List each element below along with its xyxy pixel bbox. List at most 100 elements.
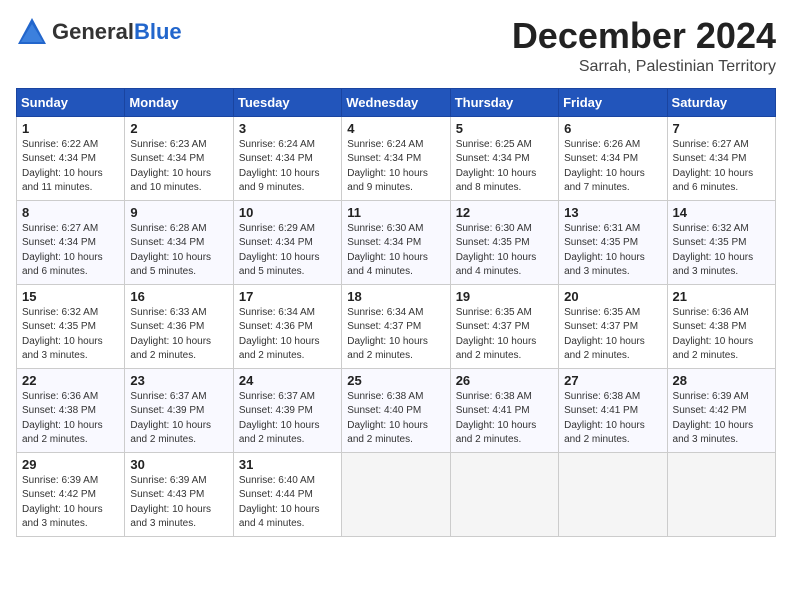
- day-info: Sunrise: 6:24 AM Sunset: 4:34 PM Dayligh…: [239, 138, 336, 196]
- calendar-day-cell: 20 Sunrise: 6:35 AM Sunset: 4:37 PM Dayl…: [559, 284, 667, 368]
- day-number: 15: [22, 289, 119, 304]
- calendar-day-cell: 7 Sunrise: 6:27 AM Sunset: 4:34 PM Dayli…: [667, 116, 775, 200]
- calendar-day-cell: 15 Sunrise: 6:32 AM Sunset: 4:35 PM Dayl…: [17, 284, 125, 368]
- day-info: Sunrise: 6:27 AM Sunset: 4:34 PM Dayligh…: [22, 222, 119, 280]
- calendar-header-row: SundayMondayTuesdayWednesdayThursdayFrid…: [17, 88, 776, 116]
- day-number: 13: [564, 205, 661, 220]
- day-info: Sunrise: 6:39 AM Sunset: 4:43 PM Dayligh…: [130, 474, 227, 532]
- day-info: Sunrise: 6:22 AM Sunset: 4:34 PM Dayligh…: [22, 138, 119, 196]
- calendar-day-cell: 3 Sunrise: 6:24 AM Sunset: 4:34 PM Dayli…: [233, 116, 341, 200]
- day-number: 8: [22, 205, 119, 220]
- calendar-day-cell: 26 Sunrise: 6:38 AM Sunset: 4:41 PM Dayl…: [450, 368, 558, 452]
- day-number: 16: [130, 289, 227, 304]
- calendar-header-cell: Tuesday: [233, 88, 341, 116]
- calendar-day-cell: 21 Sunrise: 6:36 AM Sunset: 4:38 PM Dayl…: [667, 284, 775, 368]
- calendar-day-cell: 24 Sunrise: 6:37 AM Sunset: 4:39 PM Dayl…: [233, 368, 341, 452]
- calendar-header-cell: Wednesday: [342, 88, 450, 116]
- day-number: 2: [130, 121, 227, 136]
- day-number: 26: [456, 373, 553, 388]
- day-number: 27: [564, 373, 661, 388]
- calendar-header-cell: Sunday: [17, 88, 125, 116]
- calendar-body: 1 Sunrise: 6:22 AM Sunset: 4:34 PM Dayli…: [17, 116, 776, 536]
- calendar-day-cell: 31 Sunrise: 6:40 AM Sunset: 4:44 PM Dayl…: [233, 452, 341, 536]
- day-info: Sunrise: 6:39 AM Sunset: 4:42 PM Dayligh…: [22, 474, 119, 532]
- logo-general: General: [52, 19, 134, 44]
- calendar-day-cell: 16 Sunrise: 6:33 AM Sunset: 4:36 PM Dayl…: [125, 284, 233, 368]
- calendar-day-cell: 19 Sunrise: 6:35 AM Sunset: 4:37 PM Dayl…: [450, 284, 558, 368]
- calendar-week-row: 29 Sunrise: 6:39 AM Sunset: 4:42 PM Dayl…: [17, 452, 776, 536]
- location-title: Sarrah, Palestinian Territory: [512, 58, 776, 76]
- calendar-day-cell: 13 Sunrise: 6:31 AM Sunset: 4:35 PM Dayl…: [559, 200, 667, 284]
- calendar-day-cell: 2 Sunrise: 6:23 AM Sunset: 4:34 PM Dayli…: [125, 116, 233, 200]
- day-number: 1: [22, 121, 119, 136]
- logo-blue: Blue: [134, 19, 182, 44]
- calendar-day-cell: 6 Sunrise: 6:26 AM Sunset: 4:34 PM Dayli…: [559, 116, 667, 200]
- day-number: 22: [22, 373, 119, 388]
- header: GeneralBlue December 2024 Sarrah, Palest…: [16, 16, 776, 76]
- day-info: Sunrise: 6:23 AM Sunset: 4:34 PM Dayligh…: [130, 138, 227, 196]
- logo: GeneralBlue: [16, 16, 182, 48]
- day-number: 3: [239, 121, 336, 136]
- day-number: 12: [456, 205, 553, 220]
- day-number: 24: [239, 373, 336, 388]
- day-number: 25: [347, 373, 444, 388]
- calendar-day-cell: [559, 452, 667, 536]
- day-info: Sunrise: 6:39 AM Sunset: 4:42 PM Dayligh…: [673, 390, 770, 448]
- title-area: December 2024 Sarrah, Palestinian Territ…: [512, 16, 776, 76]
- day-number: 23: [130, 373, 227, 388]
- calendar-day-cell: [450, 452, 558, 536]
- calendar-week-row: 1 Sunrise: 6:22 AM Sunset: 4:34 PM Dayli…: [17, 116, 776, 200]
- day-number: 30: [130, 457, 227, 472]
- day-number: 31: [239, 457, 336, 472]
- day-info: Sunrise: 6:31 AM Sunset: 4:35 PM Dayligh…: [564, 222, 661, 280]
- day-number: 18: [347, 289, 444, 304]
- calendar-header-cell: Monday: [125, 88, 233, 116]
- day-number: 7: [673, 121, 770, 136]
- day-number: 5: [456, 121, 553, 136]
- day-info: Sunrise: 6:36 AM Sunset: 4:38 PM Dayligh…: [673, 306, 770, 364]
- day-number: 14: [673, 205, 770, 220]
- calendar-day-cell: 30 Sunrise: 6:39 AM Sunset: 4:43 PM Dayl…: [125, 452, 233, 536]
- day-number: 20: [564, 289, 661, 304]
- day-info: Sunrise: 6:27 AM Sunset: 4:34 PM Dayligh…: [673, 138, 770, 196]
- calendar-day-cell: 8 Sunrise: 6:27 AM Sunset: 4:34 PM Dayli…: [17, 200, 125, 284]
- calendar-day-cell: [667, 452, 775, 536]
- calendar-day-cell: 12 Sunrise: 6:30 AM Sunset: 4:35 PM Dayl…: [450, 200, 558, 284]
- day-info: Sunrise: 6:37 AM Sunset: 4:39 PM Dayligh…: [239, 390, 336, 448]
- calendar-week-row: 22 Sunrise: 6:36 AM Sunset: 4:38 PM Dayl…: [17, 368, 776, 452]
- day-info: Sunrise: 6:30 AM Sunset: 4:34 PM Dayligh…: [347, 222, 444, 280]
- calendar-day-cell: 1 Sunrise: 6:22 AM Sunset: 4:34 PM Dayli…: [17, 116, 125, 200]
- day-info: Sunrise: 6:40 AM Sunset: 4:44 PM Dayligh…: [239, 474, 336, 532]
- calendar-day-cell: 4 Sunrise: 6:24 AM Sunset: 4:34 PM Dayli…: [342, 116, 450, 200]
- calendar-day-cell: 28 Sunrise: 6:39 AM Sunset: 4:42 PM Dayl…: [667, 368, 775, 452]
- calendar-table: SundayMondayTuesdayWednesdayThursdayFrid…: [16, 88, 776, 537]
- day-number: 6: [564, 121, 661, 136]
- day-number: 28: [673, 373, 770, 388]
- day-number: 11: [347, 205, 444, 220]
- calendar-day-cell: 17 Sunrise: 6:34 AM Sunset: 4:36 PM Dayl…: [233, 284, 341, 368]
- day-info: Sunrise: 6:35 AM Sunset: 4:37 PM Dayligh…: [564, 306, 661, 364]
- day-info: Sunrise: 6:26 AM Sunset: 4:34 PM Dayligh…: [564, 138, 661, 196]
- day-number: 9: [130, 205, 227, 220]
- day-info: Sunrise: 6:38 AM Sunset: 4:41 PM Dayligh…: [564, 390, 661, 448]
- day-info: Sunrise: 6:35 AM Sunset: 4:37 PM Dayligh…: [456, 306, 553, 364]
- calendar-week-row: 8 Sunrise: 6:27 AM Sunset: 4:34 PM Dayli…: [17, 200, 776, 284]
- day-number: 10: [239, 205, 336, 220]
- day-number: 17: [239, 289, 336, 304]
- day-info: Sunrise: 6:25 AM Sunset: 4:34 PM Dayligh…: [456, 138, 553, 196]
- calendar-day-cell: 23 Sunrise: 6:37 AM Sunset: 4:39 PM Dayl…: [125, 368, 233, 452]
- day-info: Sunrise: 6:30 AM Sunset: 4:35 PM Dayligh…: [456, 222, 553, 280]
- day-info: Sunrise: 6:29 AM Sunset: 4:34 PM Dayligh…: [239, 222, 336, 280]
- calendar-day-cell: 11 Sunrise: 6:30 AM Sunset: 4:34 PM Dayl…: [342, 200, 450, 284]
- day-info: Sunrise: 6:36 AM Sunset: 4:38 PM Dayligh…: [22, 390, 119, 448]
- day-info: Sunrise: 6:32 AM Sunset: 4:35 PM Dayligh…: [22, 306, 119, 364]
- day-info: Sunrise: 6:32 AM Sunset: 4:35 PM Dayligh…: [673, 222, 770, 280]
- calendar-day-cell: 29 Sunrise: 6:39 AM Sunset: 4:42 PM Dayl…: [17, 452, 125, 536]
- month-title: December 2024: [512, 16, 776, 56]
- calendar-day-cell: 10 Sunrise: 6:29 AM Sunset: 4:34 PM Dayl…: [233, 200, 341, 284]
- calendar-header-cell: Friday: [559, 88, 667, 116]
- logo-icon: [16, 16, 48, 48]
- calendar-day-cell: 27 Sunrise: 6:38 AM Sunset: 4:41 PM Dayl…: [559, 368, 667, 452]
- calendar-day-cell: 14 Sunrise: 6:32 AM Sunset: 4:35 PM Dayl…: [667, 200, 775, 284]
- day-number: 29: [22, 457, 119, 472]
